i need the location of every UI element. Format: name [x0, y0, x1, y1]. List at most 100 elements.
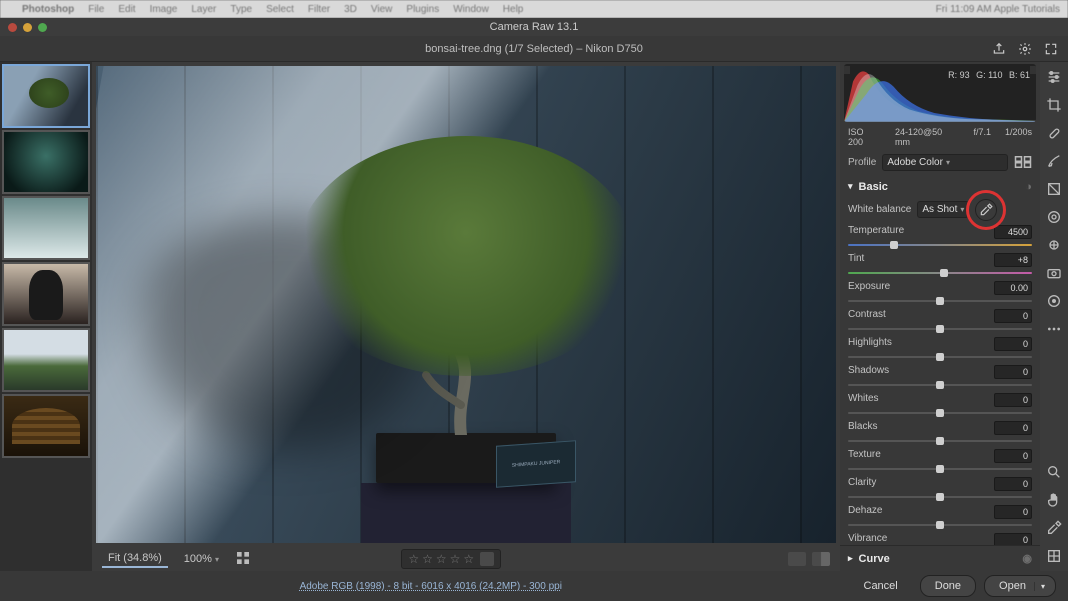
menubar-view[interactable]: View — [371, 4, 393, 15]
tint-track[interactable] — [848, 269, 1032, 277]
clarity-track[interactable] — [848, 493, 1032, 501]
texture-track[interactable] — [848, 465, 1032, 473]
curve-section-header[interactable]: ▸ Curve ◉ — [840, 545, 1040, 571]
image-preview[interactable]: SHIMPAKU JUNIPER — [96, 66, 836, 543]
shadows-value[interactable]: 0 — [994, 365, 1032, 379]
menubar-type[interactable]: Type — [230, 4, 252, 15]
texture-slider: Texture0 — [848, 449, 1032, 473]
presets-icon[interactable] — [1045, 292, 1063, 310]
clarity-value[interactable]: 0 — [994, 477, 1032, 491]
menubar-3d[interactable]: 3D — [344, 4, 357, 15]
menubar-image[interactable]: Image — [150, 4, 178, 15]
color-sampler-icon[interactable] — [1045, 519, 1063, 537]
exposure-value[interactable]: 0.00 — [994, 281, 1032, 295]
open-button[interactable]: Open▾ — [984, 575, 1056, 597]
blacks-value[interactable]: 0 — [994, 421, 1032, 435]
menubar-window[interactable]: Window — [453, 4, 489, 15]
exif-readout: ISO 200 24-120@50 mm f/7.1 1/200s — [840, 124, 1040, 150]
redeye-icon[interactable] — [1045, 236, 1063, 254]
auto-icon[interactable]: ◑ — [1025, 181, 1032, 193]
vibrance-slider: Vibrance0 — [848, 533, 1032, 545]
menubar-plugins[interactable]: Plugins — [406, 4, 439, 15]
highlights-value[interactable]: 0 — [994, 337, 1032, 351]
grid-view-icon[interactable] — [235, 550, 253, 568]
blacks-track[interactable] — [848, 437, 1032, 445]
shadows-label: Shadows — [848, 365, 889, 379]
dehaze-track[interactable] — [848, 521, 1032, 529]
menubar-file[interactable]: File — [88, 4, 104, 15]
thumbnail-6[interactable] — [2, 394, 90, 458]
curve-visibility-icon[interactable]: ◉ — [1022, 552, 1032, 565]
thumbnail-2[interactable] — [2, 130, 90, 194]
menubar-select[interactable]: Select — [266, 4, 294, 15]
open-button-more-icon[interactable]: ▾ — [1034, 582, 1051, 591]
filmstrip — [0, 62, 92, 571]
blacks-slider: Blacks0 — [848, 421, 1032, 445]
curve-section-title: Curve — [859, 553, 890, 565]
contrast-track[interactable] — [848, 325, 1032, 333]
workflow-options-link[interactable]: Adobe RGB (1998) - 8 bit - 6016 x 4016 (… — [300, 581, 562, 592]
tint-value[interactable]: +8 — [994, 253, 1032, 267]
preview-area: SHIMPAKU JUNIPER Fit (34.8%) 100% ☆ ☆ ☆ … — [92, 62, 840, 571]
exposure-track[interactable] — [848, 297, 1032, 305]
thumbnail-3[interactable] — [2, 196, 90, 260]
crop-icon[interactable] — [1045, 96, 1063, 114]
zoom-fit-button[interactable]: Fit (34.8%) — [102, 550, 168, 568]
menubar-edit[interactable]: Edit — [118, 4, 135, 15]
tool-strip — [1040, 62, 1068, 571]
more-icon[interactable] — [1045, 320, 1063, 338]
exposure-slider: Exposure0.00 — [848, 281, 1032, 305]
profile-select[interactable]: Adobe Color — [882, 154, 1008, 171]
menubar-filter[interactable]: Filter — [308, 4, 330, 15]
temperature-value[interactable]: 4500 — [994, 225, 1032, 239]
done-button[interactable]: Done — [920, 575, 976, 597]
highlights-track[interactable] — [848, 353, 1032, 361]
whites-slider: Whites0 — [848, 393, 1032, 417]
zoom-100-button[interactable]: 100% — [178, 551, 225, 567]
window-titlebar: Camera Raw 13.1 — [0, 18, 1068, 36]
star-4[interactable]: ☆ — [450, 552, 461, 566]
before-after-split-icon[interactable] — [812, 552, 830, 566]
menubar-help[interactable]: Help — [503, 4, 524, 15]
temperature-label: Temperature — [848, 225, 904, 239]
basic-section-header[interactable]: ▾ Basic ◑ — [840, 175, 1040, 199]
shadows-track[interactable] — [848, 381, 1032, 389]
star-1[interactable]: ☆ — [408, 552, 419, 566]
whites-track[interactable] — [848, 409, 1032, 417]
color-label-button[interactable] — [480, 552, 494, 566]
brush-icon[interactable] — [1045, 152, 1063, 170]
cancel-button[interactable]: Cancel — [850, 576, 912, 596]
tint-slider: Tint +8 — [848, 253, 1032, 277]
contrast-value[interactable]: 0 — [994, 309, 1032, 323]
histogram[interactable]: R: 93 G: 110 B: 61 — [844, 64, 1036, 122]
thumbnail-1[interactable] — [2, 64, 90, 128]
white-balance-select[interactable]: As Shot — [917, 201, 969, 218]
star-2[interactable]: ☆ — [422, 552, 433, 566]
before-after-single-icon[interactable] — [788, 552, 806, 566]
whites-value[interactable]: 0 — [994, 393, 1032, 407]
dehaze-value[interactable]: 0 — [994, 505, 1032, 519]
linear-gradient-icon[interactable] — [1045, 180, 1063, 198]
grid-icon[interactable] — [1045, 547, 1063, 565]
white-balance-eyedropper-button[interactable] — [975, 199, 997, 221]
temperature-track[interactable] — [848, 241, 1032, 249]
thumbnail-5[interactable] — [2, 328, 90, 392]
star-5[interactable]: ☆ — [463, 552, 474, 566]
vibrance-value[interactable]: 0 — [994, 533, 1032, 545]
radial-gradient-icon[interactable] — [1045, 208, 1063, 226]
texture-value[interactable]: 0 — [994, 449, 1032, 463]
hand-tool-icon[interactable] — [1045, 491, 1063, 509]
mac-menubar: Photoshop File Edit Image Layer Type Sel… — [0, 0, 1068, 18]
thumbnail-4[interactable] — [2, 262, 90, 326]
basic-section-title: Basic — [859, 181, 888, 193]
rgb-g: G: 110 — [976, 70, 1002, 80]
heal-icon[interactable] — [1045, 124, 1063, 142]
zoom-tool-icon[interactable] — [1045, 463, 1063, 481]
profile-browser-icon[interactable] — [1014, 155, 1032, 169]
dehaze-slider: Dehaze0 — [848, 505, 1032, 529]
snapshot-icon[interactable] — [1045, 264, 1063, 282]
menubar-layer[interactable]: Layer — [191, 4, 216, 15]
menubar-app: Photoshop — [22, 4, 74, 15]
edit-sliders-icon[interactable] — [1045, 68, 1063, 86]
star-3[interactable]: ☆ — [436, 552, 447, 566]
